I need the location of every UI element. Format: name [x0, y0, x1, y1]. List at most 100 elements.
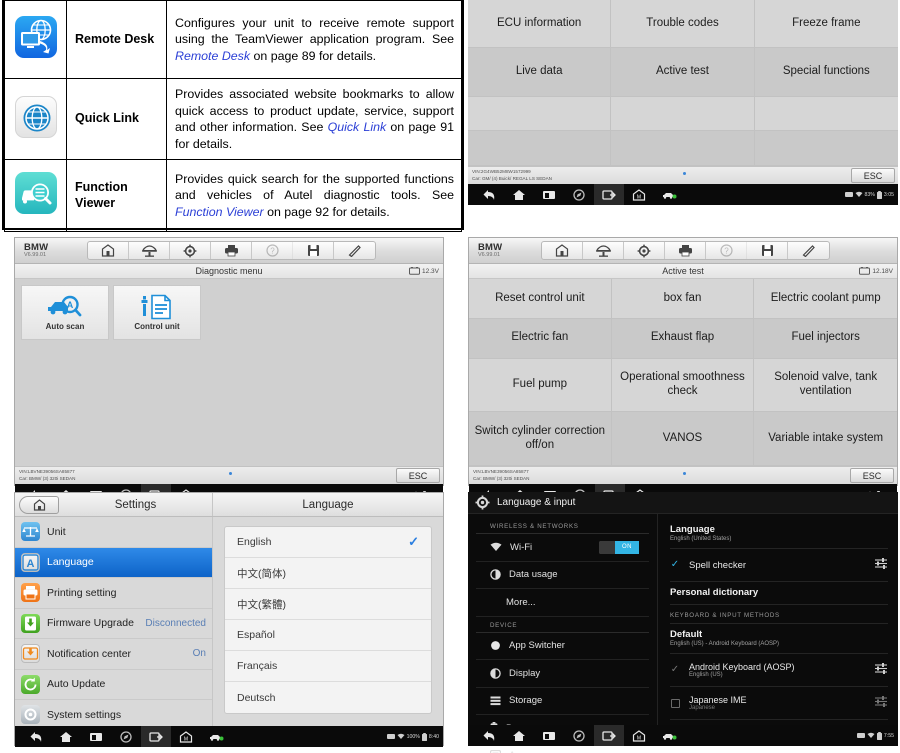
home-icon[interactable] [504, 184, 534, 205]
home-icon[interactable] [504, 725, 534, 746]
grid-cell-fuel-injectors[interactable]: Fuel injectors [754, 319, 897, 359]
list-item[interactable]: 中文(简体) [225, 558, 431, 589]
browser-icon[interactable] [564, 725, 594, 746]
tile-control-unit[interactable]: Control unit [113, 285, 201, 340]
sidebar-item-wifi[interactable]: Wi-Fi ON [476, 534, 649, 562]
grid-cell-live-data[interactable]: Live data [468, 48, 611, 96]
back-icon[interactable] [21, 726, 51, 747]
page-title: Settings [59, 499, 212, 511]
printer-icon[interactable] [211, 242, 252, 259]
vehicle-icon[interactable] [654, 184, 684, 205]
feature-icon-cell [5, 160, 67, 232]
browser-icon[interactable] [111, 726, 141, 747]
save-icon[interactable] [293, 242, 334, 259]
list-item[interactable]: Deutsch [225, 682, 431, 713]
input-method-android-keyboard[interactable]: ✓ Android Keyboard (AOSP) English (US) [670, 654, 888, 687]
firmware-icon [21, 614, 40, 633]
home-icon[interactable] [51, 726, 81, 747]
grid-cell-exhaust-flap[interactable]: Exhaust flap [612, 319, 755, 359]
esc-button[interactable]: ESC [396, 468, 440, 483]
sidebar-item-printing-setting[interactable]: Printing setting [15, 578, 212, 609]
sidebar-item-unit[interactable]: Unit [15, 517, 212, 548]
sidebar-item-app-switcher[interactable]: App Switcher [476, 633, 649, 661]
grid-cell-electric-fan[interactable]: Electric fan [469, 319, 612, 359]
tile-auto-scan[interactable]: A Auto scan [21, 285, 109, 340]
setting-default-keyboard[interactable]: Default English (US) - Android Keyboard … [670, 624, 888, 654]
screenshot-icon[interactable] [594, 184, 624, 205]
sidebar-item-language[interactable]: A Language [15, 548, 212, 579]
language-name: 中文(简体) [237, 566, 419, 581]
vehicle-lift-icon[interactable] [129, 242, 170, 259]
grid-cell-ecu-information[interactable]: ECU information [468, 0, 611, 48]
maxi-home-icon[interactable]: M [624, 725, 654, 746]
sidebar-item-firmware-upgrade[interactable]: Firmware Upgrade Disconnected [15, 609, 212, 640]
vehicle-icon[interactable] [654, 725, 684, 746]
feature-link[interactable]: Function Viewer [175, 205, 264, 219]
setting-personal-dictionary[interactable]: Personal dictionary [670, 582, 888, 605]
recents-icon[interactable] [534, 184, 564, 205]
grid-cell-switch-cylinder-correction[interactable]: Switch cylinder correction off/on [469, 412, 612, 466]
sidebar-item-auto-update[interactable]: Auto Update [15, 670, 212, 701]
help-icon[interactable]: ? [706, 242, 747, 259]
grid-cell-vanos[interactable]: VANOS [612, 412, 755, 466]
checkbox[interactable]: ✓ [670, 665, 680, 675]
back-icon[interactable] [474, 725, 504, 746]
grid-cell-electric-coolant-pump[interactable]: Electric coolant pump [754, 279, 897, 319]
help-icon[interactable]: ? [252, 242, 293, 259]
vehicle-icon[interactable] [201, 726, 231, 747]
settings-sliders-icon[interactable] [874, 661, 888, 679]
wifi-toggle[interactable]: ON [599, 541, 639, 554]
grid-cell-trouble-codes[interactable]: Trouble codes [611, 0, 754, 48]
grid-cell-fuel-pump[interactable]: Fuel pump [469, 359, 612, 413]
browser-icon[interactable] [564, 184, 594, 205]
grid-cell-active-test[interactable]: Active test [611, 48, 754, 96]
grid-cell-box-fan[interactable]: box fan [612, 279, 755, 319]
list-item[interactable]: 中文(繁體) [225, 589, 431, 620]
recents-icon[interactable] [81, 726, 111, 747]
save-icon[interactable] [747, 242, 788, 259]
recents-icon[interactable] [534, 725, 564, 746]
feature-link[interactable]: Remote Desk [175, 49, 250, 63]
grid-cell-solenoid-valve-tank-ventilation[interactable]: Solenoid valve, tank ventilation [754, 359, 897, 413]
home-icon[interactable] [542, 242, 583, 259]
feature-link[interactable]: Quick Link [328, 120, 387, 134]
settings-sliders-icon[interactable] [874, 556, 888, 574]
gear-icon[interactable] [170, 242, 211, 259]
settings-sliders-icon[interactable] [874, 694, 888, 712]
grid-cell-variable-intake-system[interactable]: Variable intake system [754, 412, 897, 466]
maxi-home-icon[interactable]: M [624, 184, 654, 205]
vehicle-lift-icon[interactable] [583, 242, 624, 259]
sidebar-item-label: More... [506, 597, 639, 608]
home-icon[interactable] [19, 496, 59, 514]
back-icon[interactable] [474, 184, 504, 205]
printer-icon[interactable] [665, 242, 706, 259]
checkbox[interactable] [670, 698, 680, 708]
auto-update-icon [21, 675, 40, 694]
grid-cell-freeze-frame[interactable]: Freeze frame [755, 0, 898, 48]
sidebar-item-storage[interactable]: Storage [476, 688, 649, 716]
sidebar-item-more[interactable]: More... [476, 589, 649, 617]
grid-cell-operational-smoothness-check[interactable]: Operational smoothness check [612, 359, 755, 413]
list-item[interactable]: Español [225, 620, 431, 651]
pen-icon[interactable] [788, 242, 829, 259]
list-item[interactable]: English ✓ [225, 527, 431, 558]
pen-icon[interactable] [334, 242, 375, 259]
input-method-japanese-ime[interactable]: Japanese IME Japanese [670, 687, 888, 720]
sidebar-item-notification-center[interactable]: Notification center On [15, 639, 212, 670]
sidebar-item-data-usage[interactable]: Data usage [476, 562, 649, 590]
setting-language[interactable]: Language English (United States) [670, 519, 888, 549]
home-icon[interactable] [88, 242, 129, 259]
maxi-home-icon[interactable]: M [171, 726, 201, 747]
screenshot-icon[interactable] [594, 725, 624, 746]
screenshot-icon[interactable] [141, 726, 171, 747]
esc-button[interactable]: ESC [851, 168, 895, 183]
section-header-keyboard: KEYBOARD & INPUT METHODS [670, 605, 888, 624]
grid-cell-special-functions[interactable]: Special functions [755, 48, 898, 96]
setting-spell-checker[interactable]: ✓ Spell checker [670, 549, 888, 582]
list-item[interactable]: Français [225, 651, 431, 682]
grid-cell-reset-control-unit[interactable]: Reset control unit [469, 279, 612, 319]
sidebar-item-display[interactable]: Display [476, 660, 649, 688]
checkbox[interactable]: ✓ [670, 560, 680, 570]
gear-icon[interactable] [624, 242, 665, 259]
esc-button[interactable]: ESC [850, 468, 894, 483]
